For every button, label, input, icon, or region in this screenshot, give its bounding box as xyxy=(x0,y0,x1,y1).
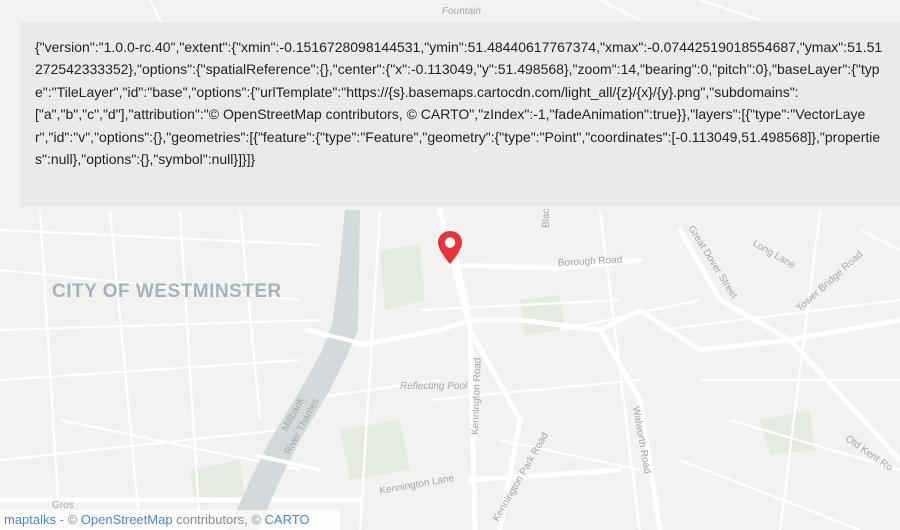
maptalks-link[interactable]: maptalks xyxy=(4,512,56,527)
map-attribution: maptalks - © OpenStreetMap contributors,… xyxy=(0,510,340,530)
feature-label-reflecting-pool: Reflecting Pool xyxy=(400,381,468,392)
feature-label-fountain: Fountain xyxy=(442,6,481,17)
street-label-blac: Blac xyxy=(541,209,552,228)
attribution-separator: - © xyxy=(56,512,81,527)
carto-link[interactable]: CARTO xyxy=(265,512,310,527)
map-json-output: {"version":"1.0.0-rc.40","extent":{"xmin… xyxy=(20,22,900,207)
map-pin-icon[interactable] xyxy=(436,230,464,266)
district-label: CITY OF WESTMINSTER xyxy=(52,281,282,302)
attribution-contributors: contributors, © xyxy=(172,512,265,527)
openstreetmap-link[interactable]: OpenStreetMap xyxy=(81,512,173,527)
